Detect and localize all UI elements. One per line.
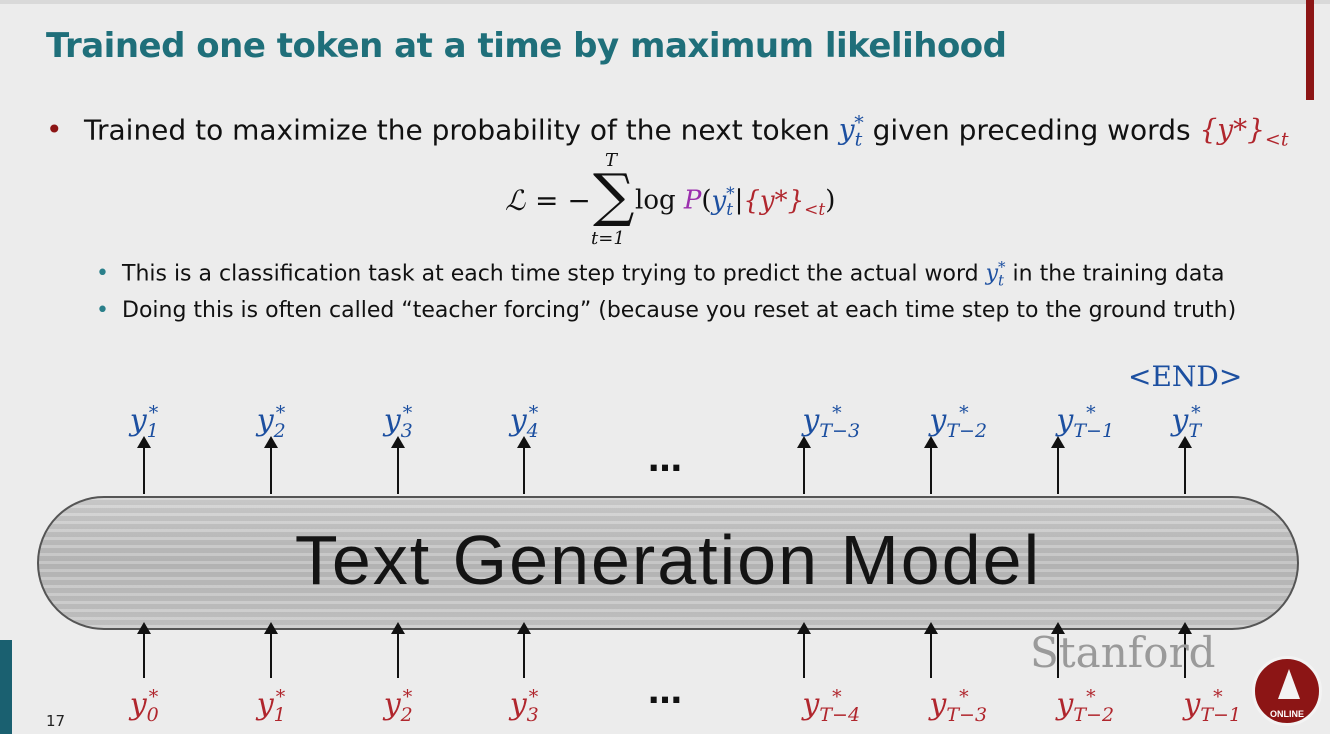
- main-bullet: • Trained to maximize the probability of …: [46, 112, 1288, 151]
- context-symbol: {y*}<t: [1199, 113, 1289, 151]
- model-label: Text Generation Model: [294, 521, 1042, 599]
- input-token: y2*: [383, 686, 413, 726]
- input-ellipsis: …: [648, 672, 682, 712]
- input-arrow: [391, 622, 405, 678]
- input-arrow: [264, 622, 278, 678]
- input-arrow: [517, 622, 531, 678]
- tree-icon: [1278, 669, 1300, 699]
- input-arrow: [924, 622, 938, 678]
- left-accent-bar: [0, 640, 12, 734]
- input-token: y0*: [129, 686, 159, 726]
- output-arrow: [137, 436, 151, 494]
- output-arrow: [797, 436, 811, 494]
- sub-bullet-classification: • This is a classification task at each t…: [96, 258, 1225, 290]
- output-arrow: [517, 436, 531, 494]
- stanford-online-seal: ONLINE: [1252, 656, 1322, 726]
- sub-bullet-teacher-forcing: • Doing this is often called “teacher for…: [96, 298, 1237, 323]
- main-bullet-text-mid: given preceding words: [863, 113, 1200, 147]
- loss-symbol: ℒ: [505, 184, 526, 217]
- sub-bullet-dot: •: [96, 298, 109, 323]
- output-arrow: [924, 436, 938, 494]
- slide-title: Trained one token at a time by maximum l…: [46, 26, 1007, 66]
- bullet-dot: •: [46, 113, 63, 147]
- formula-body: log P(yt*|{y*}<t): [635, 184, 836, 220]
- input-token: y1*: [256, 686, 286, 726]
- input-arrow: [137, 622, 151, 678]
- output-arrow: [1178, 436, 1192, 494]
- stanford-wordmark: Stanford: [1030, 628, 1216, 677]
- text-generation-model-box: Text Generation Model: [37, 496, 1299, 630]
- input-token: yT−4*: [802, 686, 861, 726]
- input-arrow: [797, 622, 811, 678]
- target-token-symbol: yt*: [985, 258, 1006, 290]
- output-arrow: [391, 436, 405, 494]
- output-arrow: [1051, 436, 1065, 494]
- input-token: y3*: [509, 686, 539, 726]
- main-bullet-text-pre: Trained to maximize the probability of t…: [84, 113, 839, 147]
- page-number: 17: [46, 712, 66, 730]
- end-token-label: <END>: [1128, 360, 1243, 393]
- sum-symbol: ∑: [593, 161, 635, 229]
- seal-text: ONLINE: [1269, 709, 1304, 719]
- input-token: yT−2*: [1056, 686, 1115, 726]
- top-strip: [0, 0, 1330, 4]
- input-token: yT−3*: [929, 686, 988, 726]
- output-ellipsis: …: [648, 440, 682, 480]
- next-token-symbol: yt*: [838, 112, 864, 151]
- loss-formula: ℒ = − T ∑ t=1 log P(yt*|{y*}<t): [505, 150, 845, 252]
- sum-lower-limit: t=1: [591, 228, 625, 249]
- input-token: yT−1*: [1183, 686, 1242, 726]
- output-arrow: [264, 436, 278, 494]
- accent-bar: [1306, 0, 1314, 100]
- equals-minus: = −: [535, 184, 591, 217]
- sub-bullet-dot: •: [96, 261, 109, 287]
